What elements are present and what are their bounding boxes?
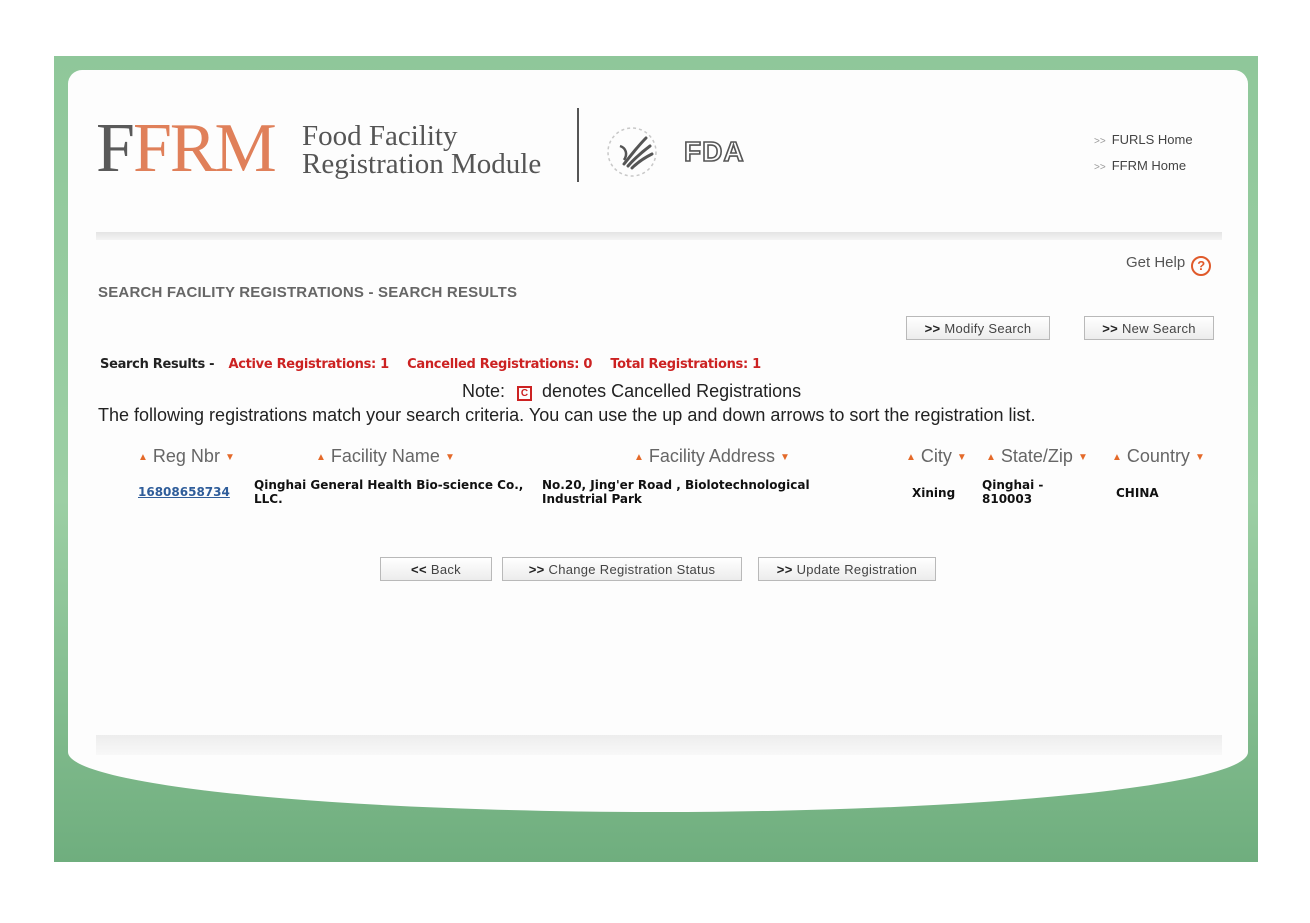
- change-registration-status-button[interactable]: >> Change Registration Status: [502, 557, 742, 581]
- double-chevron-left-icon: <<: [411, 562, 427, 577]
- ffrm-logo-title: Food Facility Registration Module: [302, 120, 542, 180]
- furls-home-link[interactable]: >> FURLS Home: [1094, 128, 1193, 154]
- chevron-right-icon: >>: [1094, 162, 1106, 173]
- sort-descending-icon[interactable]: ▼: [780, 452, 790, 463]
- modify-search-button[interactable]: >> Modify Search: [906, 316, 1050, 340]
- ffrm-logo-letters: FFRM: [96, 110, 277, 187]
- sort-ascending-icon[interactable]: ▲: [634, 452, 644, 463]
- active-registrations-count: Active Registrations: 1: [228, 357, 389, 372]
- back-button[interactable]: << Back: [380, 557, 492, 581]
- update-registration-button[interactable]: >> Update Registration: [758, 557, 936, 581]
- column-header-facility-address[interactable]: ▲ Facility Address ▼: [634, 446, 790, 467]
- double-chevron-right-icon: >>: [924, 321, 941, 336]
- get-help-link[interactable]: Get Help?: [1126, 254, 1212, 276]
- cancelled-registrations-count: Cancelled Registrations: 0: [407, 357, 593, 372]
- logo-title-line2: Registration Module: [302, 148, 542, 180]
- sort-ascending-icon[interactable]: ▲: [1112, 452, 1122, 463]
- sort-ascending-icon[interactable]: ▲: [986, 452, 996, 463]
- logo-title-line1: Food Facility: [302, 120, 458, 152]
- city-cell: Xining: [912, 486, 956, 500]
- column-header-facility-name[interactable]: ▲ Facility Name ▼: [316, 446, 455, 467]
- cancelled-registration-icon: C: [517, 386, 533, 401]
- logo-divider: [577, 108, 579, 182]
- sort-descending-icon[interactable]: ▼: [1195, 452, 1205, 463]
- top-links: >> FURLS Home >> FFRM Home: [1094, 128, 1193, 180]
- sort-descending-icon[interactable]: ▼: [957, 452, 967, 463]
- double-chevron-right-icon: >>: [528, 562, 545, 577]
- double-chevron-right-icon: >>: [1102, 321, 1118, 336]
- column-header-state-zip[interactable]: ▲ State/Zip ▼: [986, 446, 1088, 467]
- results-summary: Search Results - Active Registrations: 1…: [100, 357, 775, 372]
- results-summary-label: Search Results -: [100, 357, 215, 372]
- total-registrations-count: Total Registrations: 1: [610, 357, 761, 372]
- reg-nbr-cell: 16808658734: [138, 485, 230, 499]
- facility-name-cell: Qinghai General Health Bio-science Co., …: [254, 478, 524, 506]
- header-divider: [96, 232, 1222, 240]
- fda-logo-icon: FDA: [683, 136, 745, 166]
- reg-nbr-link[interactable]: 16808658734: [138, 485, 230, 499]
- column-header-city[interactable]: ▲ City ▼: [906, 446, 967, 467]
- footer-band: [96, 735, 1222, 755]
- chevron-right-icon: >>: [1094, 136, 1106, 147]
- sort-descending-icon[interactable]: ▼: [1078, 452, 1088, 463]
- sort-descending-icon[interactable]: ▼: [225, 452, 235, 463]
- sort-ascending-icon[interactable]: ▲: [906, 452, 916, 463]
- column-header-reg-nbr[interactable]: ▲ Reg Nbr ▼: [138, 446, 235, 467]
- instructions-text: The following registrations match your s…: [98, 405, 1036, 425]
- hhs-eagle-icon: [607, 127, 657, 177]
- sort-descending-icon[interactable]: ▼: [445, 452, 455, 463]
- country-cell: CHINA: [1116, 486, 1159, 500]
- double-chevron-right-icon: >>: [776, 562, 793, 577]
- sort-ascending-icon[interactable]: ▲: [316, 452, 326, 463]
- state-zip-cell: Qinghai - 810003: [982, 478, 1044, 506]
- column-header-country[interactable]: ▲ Country ▼: [1112, 446, 1205, 467]
- new-search-button[interactable]: >> New Search: [1084, 316, 1214, 340]
- help-icon: ?: [1191, 256, 1212, 276]
- facility-address-cell: No.20, Jing'er Road , Biolotechnological…: [542, 478, 810, 506]
- sort-ascending-icon[interactable]: ▲: [138, 452, 148, 463]
- page-title: SEARCH FACILITY REGISTRATIONS - SEARCH R…: [98, 284, 518, 301]
- cancelled-note: Note: Cdenotes Cancelled Registrations: [462, 381, 802, 401]
- ffrm-home-link[interactable]: >> FFRM Home: [1094, 154, 1193, 180]
- fda-logo-text: FDA: [684, 136, 745, 166]
